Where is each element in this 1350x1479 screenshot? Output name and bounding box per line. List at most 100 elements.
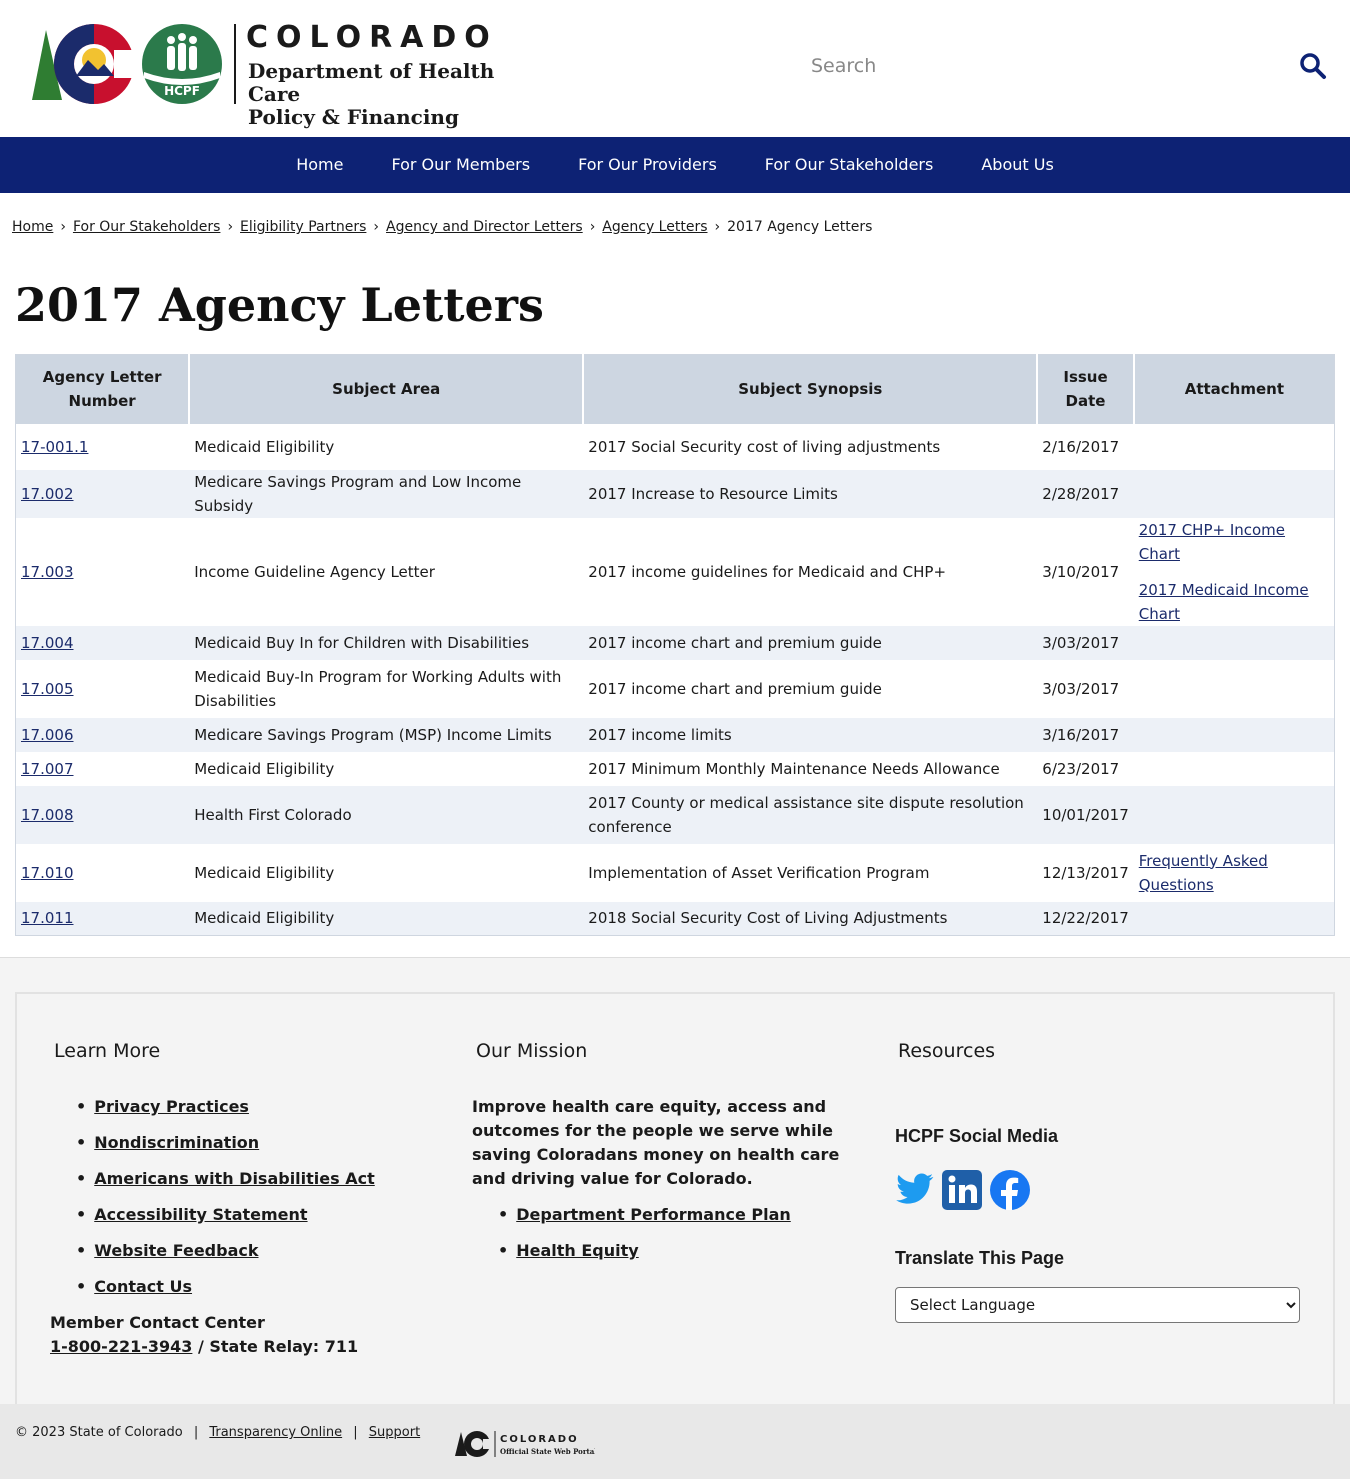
letter-number-link[interactable]: 17.007: [21, 760, 74, 778]
hcpf-logo[interactable]: HCPF COLORADO Department of Health Care …: [28, 20, 548, 129]
breadcrumb-agency-letters[interactable]: Agency Letters: [602, 219, 707, 235]
cell-synopsis: 2017 County or medical assistance site d…: [583, 785, 1038, 844]
facebook-link[interactable]: [989, 1169, 1031, 1215]
breadcrumb: Home › For Our Stakeholders › Eligibilit…: [12, 219, 872, 235]
table-row: 17.007 Medicaid Eligibility 2017 Minimum M…: [15, 751, 1335, 786]
nav-about-us[interactable]: About Us: [957, 137, 1077, 193]
col-header-number: Agency Letter Number: [15, 354, 191, 424]
col-header-subject: Subject Area: [189, 354, 585, 424]
mission-links: Department Performance Plan Health Equit…: [498, 1203, 791, 1275]
cell-attachment: [1133, 785, 1335, 844]
cell-date: 10/01/2017: [1037, 785, 1134, 844]
table-row: 17.006 Medicare Savings Program (MSP) Inc…: [15, 717, 1335, 752]
bottom-bar: [0, 1404, 1350, 1479]
twitter-link[interactable]: [895, 1169, 935, 1215]
cell-attachment: [1133, 751, 1335, 786]
breadcrumb-separator: ›: [714, 219, 721, 235]
cell-synopsis: 2017 Social Security cost of living adju…: [583, 423, 1038, 470]
cell-synopsis: 2017 income limits: [583, 717, 1038, 752]
letter-number-link[interactable]: 17.010: [21, 864, 74, 882]
letter-number-link[interactable]: 17.006: [21, 726, 74, 744]
nav-for-our-members[interactable]: For Our Members: [367, 137, 554, 193]
privacy-practices-link[interactable]: Privacy Practices: [94, 1097, 249, 1116]
letter-number-link[interactable]: 17.004: [21, 634, 74, 652]
cell-number: 17.010: [15, 843, 190, 902]
cell-number: 17.004: [15, 625, 190, 660]
resources-title: Resources: [898, 1040, 996, 1062]
list-item: Department Performance Plan: [498, 1203, 791, 1239]
portal-subtitle: Official State Web Portal: [500, 1447, 595, 1456]
cell-subject: Medicaid Eligibility: [189, 843, 584, 902]
nav-for-our-stakeholders[interactable]: For Our Stakeholders: [741, 137, 958, 193]
cell-synopsis: 2017 income chart and premium guide: [583, 625, 1038, 660]
cell-attachment: Frequently Asked Questions: [1133, 843, 1335, 902]
colorado-portal-logo[interactable]: COLORADO Official State Web Portal: [455, 1428, 597, 1460]
cell-attachment: 2017 CHP+ Income Chart 2017 Medicaid Inco…: [1133, 517, 1335, 626]
learn-more-list: Privacy Practices Nondiscrimination Amer…: [76, 1095, 375, 1311]
accessibility-statement-link[interactable]: Accessibility Statement: [94, 1205, 307, 1224]
cell-synopsis: 2017 Minimum Monthly Maintenance Needs A…: [583, 751, 1038, 786]
phone-link[interactable]: 1-800-221-3943: [50, 1337, 192, 1356]
cell-attachment: [1133, 717, 1335, 752]
colorado-hcpf-logo-icon: HCPF: [32, 24, 222, 104]
colorado-portal-logo-icon: COLORADO Official State Web Portal: [455, 1431, 597, 1457]
linkedin-link[interactable]: [941, 1169, 983, 1215]
cell-number: 17.011: [15, 901, 190, 936]
cell-date: 3/03/2017: [1037, 625, 1134, 660]
breadcrumb-for-our-stakeholders[interactable]: For Our Stakeholders: [73, 219, 220, 235]
cell-subject: Medicaid Buy-In Program for Working Adul…: [189, 659, 584, 718]
table-row: 17.004 Medicaid Buy In for Children with …: [15, 625, 1335, 660]
bottom-separator: |: [353, 1425, 358, 1440]
col-header-attachment: Attachment: [1133, 354, 1335, 424]
attachment-link[interactable]: 2017 CHP+ Income Chart: [1139, 521, 1285, 563]
search-button[interactable]: [1296, 50, 1330, 84]
letter-number-link[interactable]: 17.005: [21, 680, 74, 698]
table-row: 17.008 Health First Colorado 2017 County o…: [15, 785, 1335, 844]
letter-number-link[interactable]: 17.003: [21, 563, 74, 581]
page-title: 2017 Agency Letters: [15, 278, 544, 332]
health-equity-link[interactable]: Health Equity: [516, 1241, 638, 1260]
cell-number: 17.008: [15, 785, 190, 844]
ada-link[interactable]: Americans with Disabilities Act: [94, 1169, 375, 1188]
copyright: © 2023 State of Colorado: [15, 1425, 183, 1440]
nondiscrimination-link[interactable]: Nondiscrimination: [94, 1133, 259, 1152]
dept-name-line1: Department of Health Care: [248, 59, 495, 106]
list-item: Accessibility Statement: [76, 1203, 375, 1239]
cell-number: 17.003: [15, 517, 190, 626]
support-link[interactable]: Support: [369, 1425, 420, 1440]
letter-number-link[interactable]: 17.002: [21, 485, 74, 503]
cell-synopsis: Implementation of Asset Verification Pro…: [583, 843, 1038, 902]
hcpf-badge-text: HCPF: [164, 84, 200, 98]
list-item: Privacy Practices: [76, 1095, 375, 1131]
attachment-link[interactable]: Frequently Asked Questions: [1139, 852, 1268, 894]
breadcrumb-home[interactable]: Home: [12, 219, 53, 235]
table-row: 17-001.1 Medicaid Eligibility 2017 Social …: [15, 423, 1335, 470]
table-row: 17.002 Medicare Savings Program and Low I…: [15, 469, 1335, 518]
cell-subject: Medicaid Eligibility: [189, 901, 584, 936]
letter-number-link[interactable]: 17.008: [21, 806, 74, 824]
nav-for-our-providers[interactable]: For Our Providers: [554, 137, 741, 193]
learn-more-title: Learn More: [54, 1040, 161, 1062]
contact-label: Member Contact Center: [50, 1313, 265, 1332]
cell-date: 3/10/2017: [1037, 517, 1134, 626]
website-feedback-link[interactable]: Website Feedback: [94, 1241, 258, 1260]
language-select[interactable]: Select Language: [895, 1287, 1300, 1323]
contact-us-link[interactable]: Contact Us: [94, 1277, 192, 1296]
attachment-link[interactable]: 2017 Medicaid Income Chart: [1139, 581, 1309, 623]
cell-date: 2/16/2017: [1037, 423, 1134, 470]
breadcrumb-separator: ›: [227, 219, 234, 235]
nav-home[interactable]: Home: [272, 137, 367, 193]
letter-number-link[interactable]: 17-001.1: [21, 438, 88, 456]
table-header-row: Agency Letter Number Subject Area Subjec…: [15, 354, 1335, 424]
cell-synopsis: 2018 Social Security Cost of Living Adju…: [583, 901, 1038, 936]
breadcrumb-agency-director-letters[interactable]: Agency and Director Letters: [386, 219, 583, 235]
letter-number-link[interactable]: 17.011: [21, 909, 74, 927]
breadcrumb-eligibility-partners[interactable]: Eligibility Partners: [240, 219, 366, 235]
cell-attachment: [1133, 469, 1335, 518]
cell-number: 17-001.1: [15, 423, 190, 470]
search-input[interactable]: [800, 40, 1270, 92]
performance-plan-link[interactable]: Department Performance Plan: [516, 1205, 791, 1224]
transparency-online-link[interactable]: Transparency Online: [209, 1425, 342, 1440]
breadcrumb-separator: ›: [589, 219, 596, 235]
translate-title: Translate This Page: [895, 1248, 1065, 1268]
